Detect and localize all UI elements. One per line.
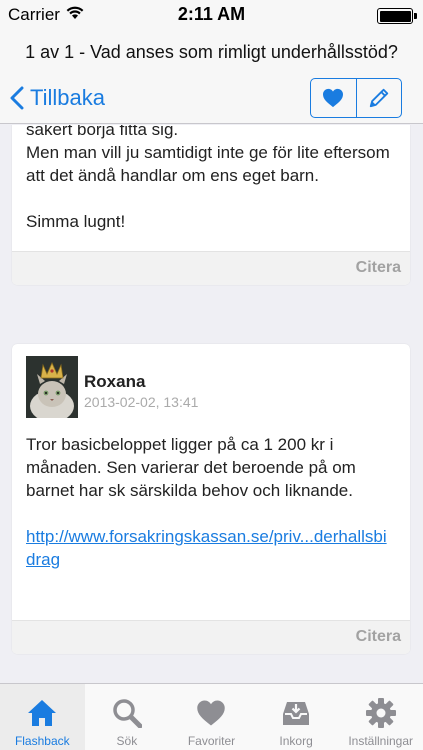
post-paragraph: Simma lugnt! bbox=[26, 212, 126, 231]
post-footer: Citera bbox=[12, 620, 410, 654]
post-card: Roxana 2013-02-02, 13:41 Tror basicbelop… bbox=[12, 344, 410, 654]
tab-label: Inkorg bbox=[279, 734, 313, 748]
quote-button[interactable]: Citera bbox=[356, 259, 401, 277]
navigation-bar: Tillbaka bbox=[0, 74, 423, 124]
back-button-label: Tillbaka bbox=[30, 85, 105, 110]
back-button[interactable]: Tillbaka bbox=[10, 82, 105, 114]
tab-inbox[interactable]: Inkorg bbox=[254, 684, 339, 750]
tab-search[interactable]: Sök bbox=[85, 684, 170, 750]
post-link[interactable]: http://www.forsakringskassan.se/priv...d… bbox=[26, 527, 387, 569]
battery-icon bbox=[377, 8, 417, 24]
thread-title: 1 av 1 - Vad anses som rimligt underhåll… bbox=[0, 30, 423, 74]
post-header: Roxana 2013-02-02, 13:41 bbox=[26, 356, 396, 418]
inbox-icon bbox=[283, 702, 310, 725]
gear-icon bbox=[365, 698, 396, 728]
favorite-button[interactable] bbox=[311, 79, 356, 117]
post-paragraph: Tror basicbeloppet ligger på ca 1 200 kr… bbox=[26, 435, 356, 500]
post-card: sakert borja fitta sig. Men man vill ju … bbox=[12, 125, 410, 285]
tab-flashback[interactable]: Flashback bbox=[0, 684, 85, 750]
compose-button[interactable] bbox=[355, 79, 402, 117]
tab-label: Flashback bbox=[14, 734, 70, 748]
tab-favorites[interactable]: Favoriter bbox=[169, 684, 254, 750]
tab-label: Favoriter bbox=[187, 734, 236, 748]
post-body: sakert borja fitta sig. Men man vill ju … bbox=[12, 125, 410, 233]
post-footer: Citera bbox=[12, 251, 410, 285]
heart-icon bbox=[197, 700, 226, 726]
posts-list[interactable]: sakert borja fitta sig. Men man vill ju … bbox=[0, 125, 423, 683]
status-bar: Carrier 2:11 AM bbox=[0, 0, 423, 30]
post-paragraph: sakert borja fitta sig. Men man vill ju … bbox=[26, 125, 390, 185]
quote-button[interactable]: Citera bbox=[356, 628, 401, 646]
tab-label: Inställningar bbox=[348, 734, 414, 748]
tab-settings[interactable]: Inställningar bbox=[338, 684, 423, 750]
post-author[interactable]: Roxana bbox=[84, 372, 145, 392]
avatar[interactable] bbox=[26, 356, 78, 418]
search-icon bbox=[113, 699, 142, 728]
heart-icon bbox=[323, 88, 344, 108]
post-timestamp: 2013-02-02, 13:41 bbox=[84, 394, 199, 410]
clock-time: 2:11 AM bbox=[177, 4, 246, 24]
pencil-icon bbox=[369, 88, 388, 108]
post-body: Tror basicbeloppet ligger på ca 1 200 kr… bbox=[12, 433, 410, 571]
cat-avatar-image bbox=[26, 356, 78, 418]
thread-action-group bbox=[310, 78, 402, 118]
home-icon bbox=[28, 700, 57, 726]
tab-bar: Flashback Sök Favoriter Inkorg Inställni… bbox=[0, 683, 423, 750]
tab-label: Sök bbox=[116, 734, 138, 748]
chevron-left-icon bbox=[10, 86, 24, 110]
